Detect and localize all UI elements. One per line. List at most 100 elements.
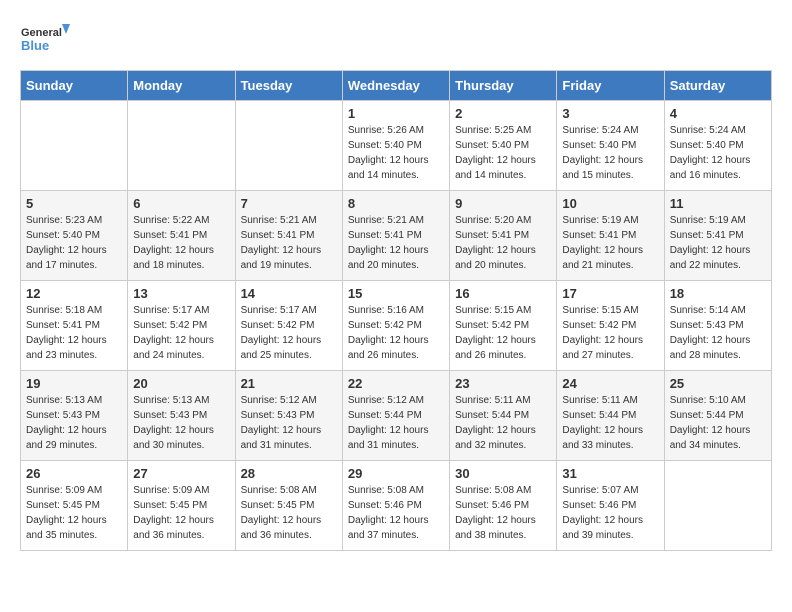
day-info: Sunrise: 5:22 AM Sunset: 5:41 PM Dayligh… — [133, 213, 229, 273]
day-number: 14 — [241, 286, 337, 301]
day-info: Sunrise: 5:13 AM Sunset: 5:43 PM Dayligh… — [133, 393, 229, 453]
day-number: 10 — [562, 196, 658, 211]
calendar-cell: 13Sunrise: 5:17 AM Sunset: 5:42 PM Dayli… — [128, 281, 235, 371]
page-header: General Blue — [20, 20, 772, 60]
calendar-cell: 10 Sunrise: 5:19 AM Sunset: 5:41 PM Dayli… — [557, 191, 664, 281]
day-number: 16 — [455, 286, 551, 301]
week-row-2: 12 Sunrise: 5:18 AM Sunset: 5:41 PM Dayli… — [21, 281, 772, 371]
header-thursday: Thursday — [450, 71, 557, 101]
day-number: 13 — [133, 286, 229, 301]
calendar-cell: 16 Sunrise: 5:15 AM Sunset: 5:42 PM Dayli… — [450, 281, 557, 371]
day-number: 17 — [562, 286, 658, 301]
day-number: 4 — [670, 106, 766, 121]
day-info: Sunrise: 5:19 AM Sunset: 5:41 PM Dayligh… — [670, 213, 766, 273]
header-monday: Monday — [128, 71, 235, 101]
day-info: Sunrise: 5:08 AM Sunset: 5:45 PM Dayligh… — [241, 483, 337, 543]
day-info: Sunrise: 5:19 AM Sunset: 5:41 PM Dayligh… — [562, 213, 658, 273]
day-number: 27 — [133, 466, 229, 481]
calendar-cell: 6 Sunrise: 5:22 AM Sunset: 5:41 PM Daylig… — [128, 191, 235, 281]
calendar-cell: 4Sunrise: 5:24 AM Sunset: 5:40 PM Daylig… — [664, 101, 771, 191]
calendar-cell: 21Sunrise: 5:12 AM Sunset: 5:43 PM Dayli… — [235, 371, 342, 461]
week-row-4: 26Sunrise: 5:09 AM Sunset: 5:45 PM Dayli… — [21, 461, 772, 551]
day-number: 25 — [670, 376, 766, 391]
header-friday: Friday — [557, 71, 664, 101]
day-info: Sunrise: 5:15 AM Sunset: 5:42 PM Dayligh… — [455, 303, 551, 363]
calendar-cell: 15 Sunrise: 5:16 AM Sunset: 5:42 PM Dayli… — [342, 281, 449, 371]
day-info: Sunrise: 5:21 AM Sunset: 5:41 PM Dayligh… — [348, 213, 444, 273]
calendar-cell: 14 Sunrise: 5:17 AM Sunset: 5:42 PM Dayli… — [235, 281, 342, 371]
day-info: Sunrise: 5:26 AM Sunset: 5:40 PM Dayligh… — [348, 123, 444, 183]
calendar-cell: 2 Sunrise: 5:25 AM Sunset: 5:40 PM Daylig… — [450, 101, 557, 191]
day-number: 22 — [348, 376, 444, 391]
calendar-cell: 5Sunrise: 5:23 AM Sunset: 5:40 PM Daylig… — [21, 191, 128, 281]
calendar-cell: 8 Sunrise: 5:21 AM Sunset: 5:41 PM Daylig… — [342, 191, 449, 281]
day-number: 7 — [241, 196, 337, 211]
calendar-cell — [128, 101, 235, 191]
day-number: 19 — [26, 376, 122, 391]
days-header-row: SundayMondayTuesdayWednesdayThursdayFrid… — [21, 71, 772, 101]
day-info: Sunrise: 5:08 AM Sunset: 5:46 PM Dayligh… — [455, 483, 551, 543]
day-info: Sunrise: 5:18 AM Sunset: 5:41 PM Dayligh… — [26, 303, 122, 363]
header-tuesday: Tuesday — [235, 71, 342, 101]
day-number: 2 — [455, 106, 551, 121]
day-number: 15 — [348, 286, 444, 301]
svg-text:Blue: Blue — [21, 38, 49, 53]
day-number: 6 — [133, 196, 229, 211]
day-info: Sunrise: 5:25 AM Sunset: 5:40 PM Dayligh… — [455, 123, 551, 183]
calendar-cell: 9Sunrise: 5:20 AM Sunset: 5:41 PM Daylig… — [450, 191, 557, 281]
calendar-cell: 18Sunrise: 5:14 AM Sunset: 5:43 PM Dayli… — [664, 281, 771, 371]
day-number: 1 — [348, 106, 444, 121]
day-number: 30 — [455, 466, 551, 481]
week-row-3: 19 Sunrise: 5:13 AM Sunset: 5:43 PM Dayli… — [21, 371, 772, 461]
calendar-cell: 24 Sunrise: 5:11 AM Sunset: 5:44 PM Dayli… — [557, 371, 664, 461]
calendar-cell: 28Sunrise: 5:08 AM Sunset: 5:45 PM Dayli… — [235, 461, 342, 551]
calendar-cell: 3Sunrise: 5:24 AM Sunset: 5:40 PM Daylig… — [557, 101, 664, 191]
calendar-cell: 22 Sunrise: 5:12 AM Sunset: 5:44 PM Dayli… — [342, 371, 449, 461]
day-info: Sunrise: 5:13 AM Sunset: 5:43 PM Dayligh… — [26, 393, 122, 453]
logo-svg: General Blue — [20, 20, 70, 60]
day-info: Sunrise: 5:21 AM Sunset: 5:41 PM Dayligh… — [241, 213, 337, 273]
day-info: Sunrise: 5:23 AM Sunset: 5:40 PM Dayligh… — [26, 213, 122, 273]
day-number: 12 — [26, 286, 122, 301]
day-info: Sunrise: 5:14 AM Sunset: 5:43 PM Dayligh… — [670, 303, 766, 363]
day-number: 8 — [348, 196, 444, 211]
day-info: Sunrise: 5:20 AM Sunset: 5:41 PM Dayligh… — [455, 213, 551, 273]
calendar-cell: 23Sunrise: 5:11 AM Sunset: 5:44 PM Dayli… — [450, 371, 557, 461]
day-info: Sunrise: 5:12 AM Sunset: 5:44 PM Dayligh… — [348, 393, 444, 453]
day-number: 24 — [562, 376, 658, 391]
day-info: Sunrise: 5:10 AM Sunset: 5:44 PM Dayligh… — [670, 393, 766, 453]
calendar-table: SundayMondayTuesdayWednesdayThursdayFrid… — [20, 70, 772, 551]
calendar-cell: 17 Sunrise: 5:15 AM Sunset: 5:42 PM Dayli… — [557, 281, 664, 371]
header-wednesday: Wednesday — [342, 71, 449, 101]
calendar-cell: 29 Sunrise: 5:08 AM Sunset: 5:46 PM Dayli… — [342, 461, 449, 551]
day-info: Sunrise: 5:17 AM Sunset: 5:42 PM Dayligh… — [241, 303, 337, 363]
header-sunday: Sunday — [21, 71, 128, 101]
calendar-cell: 20 Sunrise: 5:13 AM Sunset: 5:43 PM Dayli… — [128, 371, 235, 461]
week-row-1: 5Sunrise: 5:23 AM Sunset: 5:40 PM Daylig… — [21, 191, 772, 281]
day-info: Sunrise: 5:08 AM Sunset: 5:46 PM Dayligh… — [348, 483, 444, 543]
calendar-cell — [235, 101, 342, 191]
calendar-cell: 1 Sunrise: 5:26 AM Sunset: 5:40 PM Daylig… — [342, 101, 449, 191]
calendar-cell: 31 Sunrise: 5:07 AM Sunset: 5:46 PM Dayli… — [557, 461, 664, 551]
day-info: Sunrise: 5:11 AM Sunset: 5:44 PM Dayligh… — [455, 393, 551, 453]
week-row-0: 1 Sunrise: 5:26 AM Sunset: 5:40 PM Daylig… — [21, 101, 772, 191]
calendar-cell — [21, 101, 128, 191]
header-saturday: Saturday — [664, 71, 771, 101]
day-info: Sunrise: 5:15 AM Sunset: 5:42 PM Dayligh… — [562, 303, 658, 363]
day-info: Sunrise: 5:09 AM Sunset: 5:45 PM Dayligh… — [26, 483, 122, 543]
calendar-cell: 30 Sunrise: 5:08 AM Sunset: 5:46 PM Dayli… — [450, 461, 557, 551]
calendar-cell: 25 Sunrise: 5:10 AM Sunset: 5:44 PM Dayli… — [664, 371, 771, 461]
day-number: 11 — [670, 196, 766, 211]
logo: General Blue — [20, 20, 70, 60]
day-info: Sunrise: 5:16 AM Sunset: 5:42 PM Dayligh… — [348, 303, 444, 363]
day-info: Sunrise: 5:11 AM Sunset: 5:44 PM Dayligh… — [562, 393, 658, 453]
day-info: Sunrise: 5:07 AM Sunset: 5:46 PM Dayligh… — [562, 483, 658, 543]
calendar-cell — [664, 461, 771, 551]
day-number: 29 — [348, 466, 444, 481]
calendar-cell: 7 Sunrise: 5:21 AM Sunset: 5:41 PM Daylig… — [235, 191, 342, 281]
day-number: 31 — [562, 466, 658, 481]
day-number: 20 — [133, 376, 229, 391]
day-info: Sunrise: 5:24 AM Sunset: 5:40 PM Dayligh… — [562, 123, 658, 183]
day-number: 21 — [241, 376, 337, 391]
calendar-cell: 27Sunrise: 5:09 AM Sunset: 5:45 PM Dayli… — [128, 461, 235, 551]
